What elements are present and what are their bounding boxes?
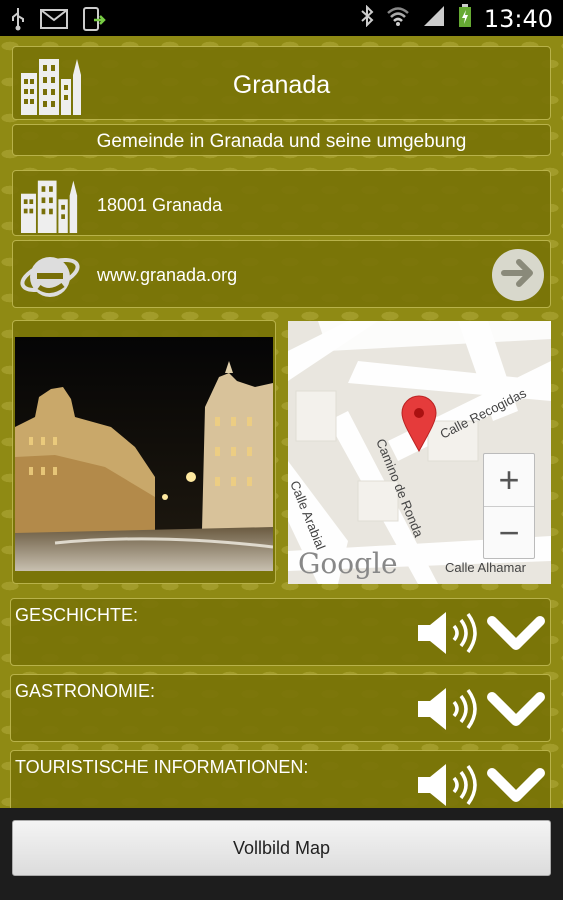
section-tourist-info[interactable]: TOURISTISCHE INFORMATIONEN: (10, 750, 551, 812)
website-row[interactable]: www.granada.org (12, 240, 551, 308)
speaker-icon[interactable] (416, 609, 482, 662)
subtitle-bar: Gemeinde in Granada und seine umgebung (12, 124, 551, 156)
buildings-icon (19, 175, 81, 238)
browser-icon (19, 247, 81, 308)
map-view[interactable]: Calle Recogidas Camino de Ronda Calle Ar… (288, 321, 551, 584)
speaker-icon[interactable] (416, 685, 482, 738)
zoom-in-button[interactable]: + (484, 454, 534, 506)
section-gastronomy[interactable]: GASTRONOMIE: (10, 674, 551, 742)
address-row: 18001 Granada (12, 170, 551, 236)
chevron-down-icon[interactable] (486, 613, 546, 658)
page-title: Granada (232, 71, 331, 99)
signal-icon (422, 5, 446, 32)
usb-icon (10, 7, 26, 36)
section-label: GESCHICHTE: (15, 605, 139, 625)
speaker-icon[interactable] (416, 761, 482, 814)
section-history[interactable]: GESCHICHTE: (10, 598, 551, 666)
zoom-controls: + − (483, 453, 535, 559)
chevron-down-icon[interactable] (486, 689, 546, 734)
battery-icon (458, 4, 472, 33)
open-website-button[interactable] (492, 249, 544, 301)
city-photo (15, 337, 273, 571)
download-icon (82, 6, 106, 37)
chevron-down-icon[interactable] (486, 765, 546, 810)
arrow-right-icon (501, 258, 535, 293)
subtitle: Gemeinde in Granada und seine umgebung (96, 131, 467, 152)
city-photo-frame (12, 320, 276, 584)
fullscreen-map-button[interactable]: Vollbild Map (12, 820, 551, 876)
street-label: Calle Alhamar (445, 560, 527, 575)
wifi-icon (386, 5, 410, 32)
zoom-out-button[interactable]: − (484, 507, 534, 559)
email-icon (40, 9, 68, 34)
section-label: TOURISTISCHE INFORMATIONEN: (15, 757, 309, 777)
city-header: Granada (12, 46, 551, 120)
google-logo: Google (298, 547, 398, 580)
address-text: 18001 Granada (97, 195, 223, 215)
bluetooth-icon (360, 4, 374, 32)
website-link[interactable]: www.granada.org (97, 265, 237, 286)
status-bar: 13:40 (0, 0, 563, 36)
clock: 13:40 (483, 4, 553, 33)
section-label: GASTRONOMIE: (15, 681, 156, 701)
